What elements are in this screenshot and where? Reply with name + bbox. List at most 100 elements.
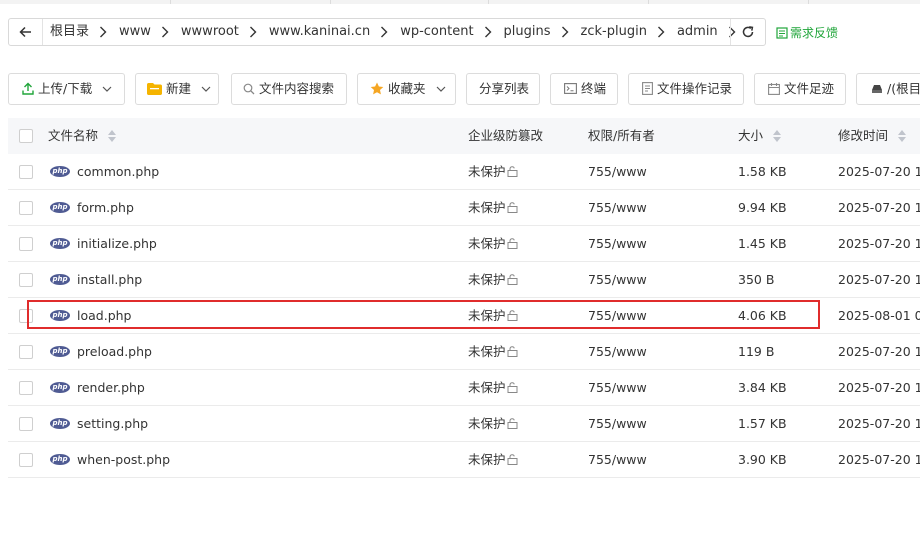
refresh-button[interactable]: [730, 19, 765, 45]
permission-owner[interactable]: 755/www: [588, 154, 647, 190]
share-list-button[interactable]: 分享列表: [466, 73, 540, 105]
row-checkbox[interactable]: [19, 165, 33, 179]
protection-status: 未保护: [468, 262, 518, 298]
file-name[interactable]: setting.php: [77, 406, 148, 442]
terminal-button[interactable]: 终端: [550, 73, 618, 105]
header-modified[interactable]: 修改时间: [838, 118, 906, 154]
row-checkbox[interactable]: [19, 237, 33, 251]
row-checkbox[interactable]: [19, 417, 33, 431]
file-name[interactable]: form.php: [77, 190, 134, 226]
table-row[interactable]: php when-post.php 未保护 755/www 3.90 KB 2025-07…: [8, 442, 920, 478]
feedback-link[interactable]: 需求反馈: [776, 24, 838, 41]
php-file-icon: php: [50, 238, 70, 249]
protection-label: 未保护: [468, 164, 506, 179]
header-name[interactable]: 文件名称: [48, 118, 116, 154]
modified-time: 2025-07-20 15: [838, 344, 920, 359]
protection-label: 未保护: [468, 236, 506, 251]
breadcrumb-item[interactable]: www: [119, 19, 151, 45]
sort-icon: [898, 129, 906, 142]
file-name[interactable]: install.php: [77, 262, 142, 298]
file-name[interactable]: initialize.php: [77, 226, 157, 262]
unlock-icon[interactable]: [507, 346, 518, 357]
header-size-label: 大小: [738, 128, 764, 143]
unlock-icon[interactable]: [507, 202, 518, 213]
permission-owner[interactable]: 755/www: [588, 370, 647, 406]
breadcrumb-item[interactable]: plugins: [504, 19, 551, 45]
refresh-icon: [742, 26, 754, 38]
table-row[interactable]: php preload.php 未保护 755/www 119 B 2025-07-20 …: [8, 334, 920, 370]
permission-owner[interactable]: 755/www: [588, 226, 647, 262]
modified-time: 2025-07-20 15: [838, 272, 920, 287]
php-file-icon: php: [50, 166, 70, 177]
unlock-icon[interactable]: [507, 382, 518, 393]
breadcrumb-item[interactable]: wp-content: [400, 19, 473, 45]
file-name[interactable]: render.php: [77, 370, 145, 406]
permission-owner[interactable]: 755/www: [588, 262, 647, 298]
upload-download-button[interactable]: 上传/下载: [8, 73, 125, 105]
file-name[interactable]: load.php: [77, 298, 131, 334]
row-checkbox[interactable]: [19, 453, 33, 467]
content-search-button[interactable]: 文件内容搜索: [231, 73, 347, 105]
permission-owner[interactable]: 755/www: [588, 298, 647, 334]
header-size[interactable]: 大小: [738, 118, 781, 154]
table-row[interactable]: php install.php 未保护 755/www 350 B 2025-07-20 …: [8, 262, 920, 298]
table-row[interactable]: php form.php 未保护 755/www 9.94 KB 2025-07-20 1…: [8, 190, 920, 226]
file-name[interactable]: preload.php: [77, 334, 152, 370]
root-partition-button[interactable]: /(根目: [856, 73, 920, 105]
protection-status: 未保护: [468, 298, 518, 334]
unlock-icon[interactable]: [507, 274, 518, 285]
file-table-header: 文件名称 企业级防篡改 权限/所有者 大小 修改时间: [8, 118, 920, 154]
permission-owner[interactable]: 755/www: [588, 406, 647, 442]
footprint-label: 文件足迹: [784, 81, 835, 96]
row-checkbox[interactable]: [19, 273, 33, 287]
unlock-icon[interactable]: [507, 238, 518, 249]
table-row[interactable]: php common.php 未保护 755/www 1.58 KB 2025-07-20…: [8, 154, 920, 190]
file-size: 350 B: [738, 272, 775, 287]
table-row[interactable]: php load.php 未保护 755/www 4.06 KB 2025-08-01 0…: [8, 298, 920, 334]
row-checkbox[interactable]: [19, 201, 33, 215]
breadcrumb-item[interactable]: 根目录: [50, 19, 89, 45]
permission-owner[interactable]: 755/www: [588, 334, 647, 370]
footprint-button[interactable]: 文件足迹: [754, 73, 846, 105]
breadcrumb-item[interactable]: wwwroot: [181, 19, 239, 45]
row-checkbox[interactable]: [19, 309, 33, 323]
chevron-down-icon: [102, 86, 112, 92]
row-checkbox[interactable]: [19, 345, 33, 359]
new-button[interactable]: 新建: [135, 73, 219, 105]
select-all-checkbox[interactable]: [19, 129, 33, 143]
file-size: 1.57 KB: [738, 416, 787, 431]
php-file-icon: php: [50, 454, 70, 465]
permission-owner[interactable]: 755/www: [588, 442, 647, 478]
unlock-icon[interactable]: [507, 310, 518, 321]
chevron-down-icon: [436, 86, 445, 92]
back-button[interactable]: [9, 19, 43, 45]
chevron-right-icon: [647, 19, 677, 45]
row-checkbox[interactable]: [19, 381, 33, 395]
chevron-right-icon: [151, 19, 181, 45]
protection-label: 未保护: [468, 380, 506, 395]
file-name[interactable]: common.php: [77, 154, 159, 190]
unlock-icon[interactable]: [507, 418, 518, 429]
breadcrumb-item[interactable]: www.kaninai.cn: [269, 19, 370, 45]
favorites-button[interactable]: 收藏夹: [357, 73, 456, 105]
terminal-label: 终端: [581, 81, 607, 96]
table-row[interactable]: php setting.php 未保护 755/www 1.57 KB 2025-07-2…: [8, 406, 920, 442]
operation-log-button[interactable]: 文件操作记录: [628, 73, 744, 105]
header-name-label: 文件名称: [48, 128, 99, 143]
breadcrumb-item[interactable]: admin: [677, 19, 718, 45]
table-row[interactable]: php initialize.php 未保护 755/www 1.45 KB 2025-0…: [8, 226, 920, 262]
modified-time: 2025-08-01 07: [838, 308, 920, 323]
breadcrumb-item[interactable]: zck-plugin: [581, 19, 647, 45]
unlock-icon[interactable]: [507, 166, 518, 177]
table-row[interactable]: php render.php 未保护 755/www 3.84 KB 2025-07-20…: [8, 370, 920, 406]
modified-time: 2025-07-20 15: [838, 380, 920, 395]
header-modified-label: 修改时间: [838, 128, 889, 143]
chevron-right-icon: [239, 19, 269, 45]
folder-icon: [147, 82, 162, 95]
unlock-icon[interactable]: [507, 454, 518, 465]
permission-owner[interactable]: 755/www: [588, 190, 647, 226]
php-file-icon: php: [50, 382, 70, 393]
protection-status: 未保护: [468, 370, 518, 406]
protection-label: 未保护: [468, 344, 506, 359]
file-name[interactable]: when-post.php: [77, 442, 170, 478]
